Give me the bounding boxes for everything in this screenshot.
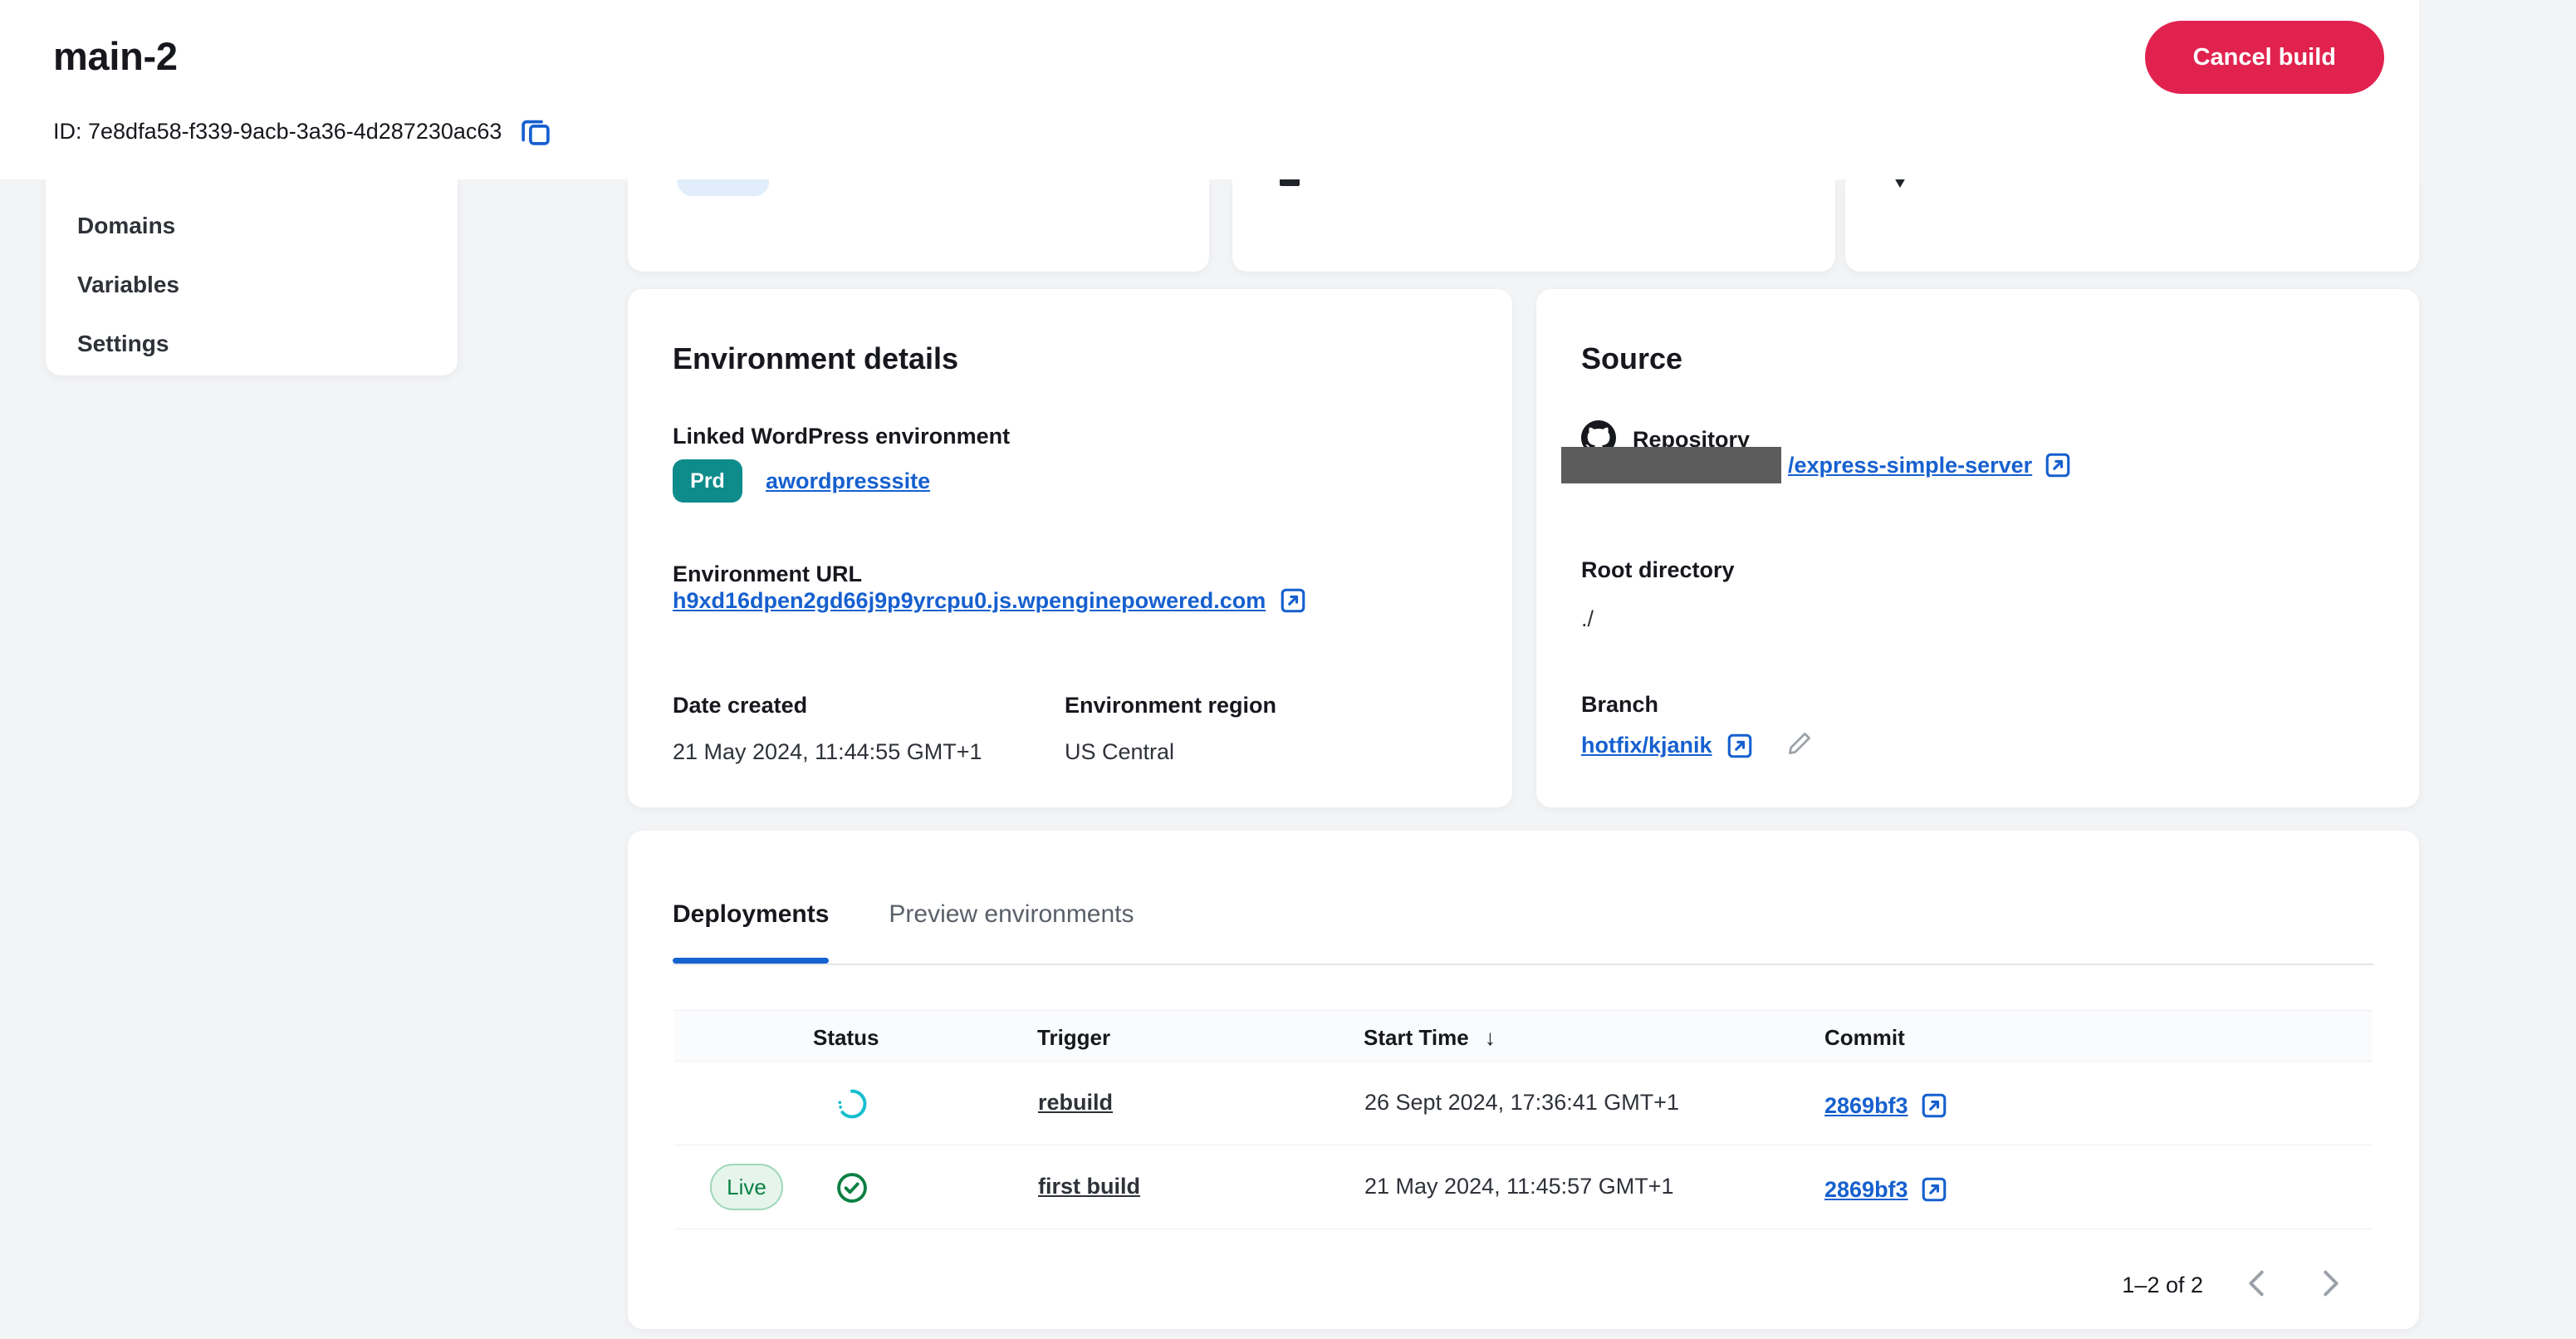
external-link-icon[interactable]: [1920, 1175, 1948, 1204]
root-directory-label: Root directory: [1581, 557, 1735, 582]
linked-wordpress-site-link[interactable]: awordpresssite: [766, 468, 930, 494]
table-row[interactable]: rebuild 26 Sept 2024, 17:36:41 GMT+1 286…: [674, 1062, 2373, 1145]
environment-id-row: ID: 7e8dfa58-f339-9acb-3a36-4d287230ac63: [53, 114, 553, 149]
sort-descending-icon: ↓: [1484, 1025, 1496, 1050]
column-header-status: Status: [813, 1025, 879, 1050]
copy-icon[interactable]: [518, 114, 553, 149]
stat-card-1-badge-fragment: [678, 179, 769, 196]
branch-label: Branch: [1581, 692, 1659, 717]
root-directory-value: ./: [1581, 606, 1594, 631]
stat-card-2[interactable]: [1232, 179, 1835, 272]
chevron-left-icon[interactable]: [2238, 1264, 2276, 1307]
external-link-icon[interactable]: [1279, 586, 1307, 615]
date-created-value: 21 May 2024, 11:44:55 GMT+1: [673, 739, 982, 764]
commit-cell: 2869bf3: [1824, 1175, 1948, 1204]
stat-card-3[interactable]: [1845, 179, 2419, 272]
repository-name-link[interactable]: /express-simple-server: [1788, 453, 2032, 478]
trigger-link[interactable]: rebuild: [1038, 1091, 1113, 1114]
environment-type-badge: Prd: [673, 459, 742, 503]
branch-link[interactable]: hotfix/kjanik: [1581, 733, 1712, 758]
tab-deployments[interactable]: Deployments: [673, 902, 830, 964]
branch-value-row: hotfix/kjanik: [1581, 729, 1814, 762]
environment-region-value: US Central: [1065, 739, 1175, 764]
sidebar-item-settings[interactable]: Settings: [77, 332, 169, 356]
status-badge: Live: [710, 1164, 783, 1210]
sidebar-item-domains[interactable]: Domains: [77, 214, 175, 238]
tab-preview-environments[interactable]: Preview environments: [889, 902, 1134, 964]
environment-details-card: Environment details Linked WordPress env…: [628, 289, 1512, 807]
commit-cell: 2869bf3: [1824, 1091, 1948, 1120]
environment-url-label: Environment URL: [673, 562, 863, 586]
table-row[interactable]: Live first build 21 May 2024, 11:45:57 G…: [674, 1145, 2373, 1229]
start-time-value: 21 May 2024, 11:45:57 GMT+1: [1364, 1174, 1674, 1199]
pagination: 1–2 of 2: [2122, 1264, 2349, 1307]
chevron-right-icon[interactable]: [2311, 1264, 2349, 1307]
column-header-start-time[interactable]: Start Time ↓: [1364, 1027, 1496, 1048]
external-link-icon[interactable]: [2044, 451, 2072, 479]
tabs-divider: [673, 964, 2374, 965]
linked-wordpress-environment-label: Linked WordPress environment: [673, 424, 1011, 449]
cancel-build-button[interactable]: Cancel build: [2144, 21, 2384, 94]
app-root: main-2 ID: 7e8dfa58-f339-9acb-3a36-4d287…: [0, 0, 2576, 1339]
commit-link[interactable]: 2869bf3: [1824, 1093, 1908, 1119]
source-title: Source: [1581, 341, 1683, 375]
deployments-table-header: Status Trigger Start Time ↓ Commit: [674, 1010, 2373, 1062]
repository-owner-redacted: [1561, 447, 1781, 483]
column-header-commit: Commit: [1824, 1025, 1905, 1050]
external-link-icon[interactable]: [1726, 732, 1754, 760]
stat-card-3-text-fragment: [1888, 179, 1912, 188]
check-circle-icon: [835, 1170, 869, 1209]
status-spinner-icon: [835, 1086, 869, 1126]
start-time-value: 26 Sept 2024, 17:36:41 GMT+1: [1364, 1090, 1680, 1115]
external-link-icon[interactable]: [1920, 1091, 1948, 1120]
commit-link[interactable]: 2869bf3: [1824, 1177, 1908, 1203]
deployments-tabs: Deployments Preview environments: [673, 902, 1134, 964]
column-header-trigger: Trigger: [1037, 1025, 1111, 1050]
deployments-panel: Deployments Preview environments Status …: [628, 831, 2419, 1329]
stat-card-2-text-fragment: [1280, 179, 1300, 186]
linked-wordpress-environment-value: Prd awordpresssite: [673, 459, 930, 503]
sidebar-nav: Domains Variables Settings: [46, 178, 458, 375]
page-title: main-2: [53, 34, 178, 78]
pencil-icon[interactable]: [1785, 729, 1814, 762]
sidebar-item-variables[interactable]: Variables: [77, 273, 179, 297]
environment-id-text: ID: 7e8dfa58-f339-9acb-3a36-4d287230ac63: [53, 118, 502, 144]
page-header: main-2 ID: 7e8dfa58-f339-9acb-3a36-4d287…: [0, 0, 2419, 179]
trigger-link[interactable]: first build: [1038, 1175, 1140, 1198]
source-card: Source Repository /express-simple-server…: [1536, 289, 2419, 807]
environment-url-link[interactable]: h9xd16dpen2gd66j9p9yrcpu0.js.wpenginepow…: [673, 588, 1266, 614]
repository-value-row: /express-simple-server: [1561, 447, 2072, 483]
environment-details-title: Environment details: [673, 341, 959, 375]
pagination-range: 1–2 of 2: [2122, 1273, 2203, 1297]
environment-url-value: h9xd16dpen2gd66j9p9yrcpu0.js.wpenginepow…: [673, 586, 1307, 615]
environment-region-label: Environment region: [1065, 693, 1277, 718]
date-created-label: Date created: [673, 693, 808, 718]
stat-card-1[interactable]: [628, 179, 1209, 272]
